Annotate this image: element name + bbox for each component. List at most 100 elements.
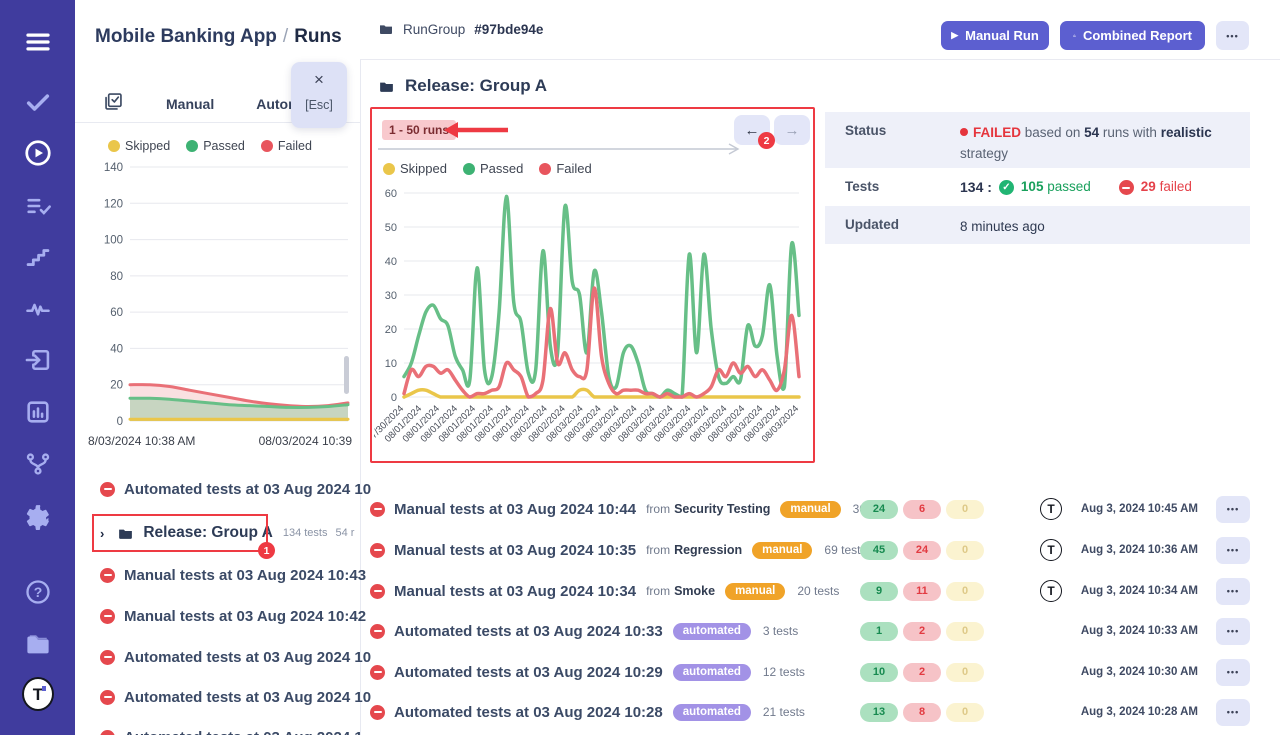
esc-key-label: [Esc]	[291, 98, 347, 112]
breadcrumb-page: Runs	[294, 26, 342, 47]
manual-run-button[interactable]: ▶ Manual Run	[941, 21, 1049, 50]
passed-pill: 13	[860, 703, 898, 722]
passed-pill: 45	[860, 541, 898, 560]
svg-text:120: 120	[104, 198, 123, 210]
run-group-item[interactable]: › Release: Group A 134 tests 54 r	[100, 521, 354, 545]
skipped-pill: 0	[946, 622, 984, 641]
status-row: Status FAILED based on 54 runs with real…	[825, 112, 1250, 168]
automated-badge: automated	[673, 704, 751, 721]
failed-status-icon	[100, 690, 115, 705]
check-icon[interactable]	[22, 86, 54, 118]
passed-check-icon: ✓	[999, 180, 1014, 195]
run-list-item[interactable]: Automated tests at 03 Aug 2024 10	[100, 478, 371, 500]
folder-icon	[378, 21, 394, 37]
run-row[interactable]: Automated tests at 03 Aug 2024 10:29 aut…	[370, 652, 1260, 692]
passed-pill: 24	[860, 500, 898, 519]
svg-text:?: ?	[34, 584, 43, 600]
run-list-item[interactable]: Automated tests at 03 Aug 2024 10	[100, 646, 371, 668]
passed-dot	[186, 140, 198, 152]
timeline-arrow	[376, 142, 748, 156]
svg-text:0: 0	[117, 416, 123, 428]
passed-pill: 1	[860, 622, 898, 641]
manual-badge: manual	[725, 583, 785, 600]
run-row[interactable]: Automated tests at 03 Aug 2024 10:33 aut…	[370, 611, 1260, 651]
svg-text:8/03/2024 10:38 AM: 8/03/2024 10:38 AM	[88, 434, 195, 447]
prev-page-button[interactable]: ←	[734, 115, 770, 145]
result-pills: 13 8 0	[860, 703, 984, 722]
steps-icon[interactable]	[22, 241, 54, 273]
svg-text:80: 80	[110, 271, 123, 283]
list-check-icon[interactable]	[22, 190, 54, 222]
result-pills: 45 24 0	[860, 541, 984, 560]
folder-icon[interactable]	[22, 628, 54, 660]
gear-icon[interactable]	[22, 500, 54, 532]
skipped-dot	[108, 140, 120, 152]
result-pills: 9 11 0	[860, 582, 984, 601]
runs-range-label: 1 - 50 runs	[382, 120, 456, 140]
panel-scrollbar[interactable]	[344, 356, 349, 394]
skipped-dot	[383, 163, 395, 175]
skipped-pill: 0	[946, 541, 984, 560]
run-list-item[interactable]: Manual tests at 03 Aug 2024 10:43	[100, 564, 366, 586]
failed-status-icon	[100, 609, 115, 624]
svg-text:0: 0	[391, 392, 397, 404]
failed-status-icon	[370, 584, 385, 599]
menu-icon[interactable]	[22, 26, 54, 58]
runs-trend-chart: 010203040506007/30/202408/01/202408/01/2…	[374, 187, 811, 459]
failed-pill: 11	[903, 582, 941, 601]
folder-icon	[378, 78, 395, 95]
app-window: ? T Mobile Banking App/Runs Manual Autom…	[0, 0, 1280, 735]
run-list-item[interactable]: Automated tests at 03 Aug 2024 10	[100, 686, 371, 708]
row-more-button[interactable]: •••	[1216, 537, 1250, 564]
failed-status-icon	[370, 543, 385, 558]
failed-dot	[539, 163, 551, 175]
row-more-button[interactable]: •••	[1216, 618, 1250, 645]
failed-status-icon	[100, 482, 115, 497]
pulse-icon[interactable]	[22, 293, 54, 325]
multi-select-icon[interactable]	[103, 91, 124, 117]
row-more-button[interactable]: •••	[1216, 578, 1250, 605]
close-icon[interactable]: ×	[291, 71, 347, 88]
row-more-button[interactable]: •••	[1216, 659, 1250, 686]
passed-dot	[463, 163, 475, 175]
sidebar: ? T	[0, 0, 75, 735]
skipped-pill: 0	[946, 703, 984, 722]
branch-icon[interactable]	[22, 448, 54, 480]
play-circle-icon[interactable]	[22, 137, 54, 169]
run-list-item[interactable]: Automated tests at 03 Aug 2024 1	[100, 726, 363, 735]
header-more-button[interactable]: •••	[1216, 21, 1249, 50]
svg-text:10: 10	[385, 358, 397, 370]
main-header: RunGroup #97bde94e ▶ Manual Run Combined…	[360, 0, 1280, 60]
help-icon[interactable]: ?	[22, 576, 54, 608]
svg-text:140: 140	[104, 162, 123, 174]
breadcrumb-project[interactable]: Mobile Banking App	[95, 26, 277, 47]
status-panel: Status FAILED based on 54 runs with real…	[825, 112, 1250, 244]
runs-panel: Mobile Banking App/Runs Manual Automated…	[75, 0, 361, 735]
combined-report-button[interactable]: Combined Report	[1060, 21, 1205, 50]
app-logo[interactable]: T	[22, 678, 54, 710]
run-row[interactable]: Automated tests at 03 Aug 2024 10:28 aut…	[370, 692, 1260, 732]
mini-trend-chart: 0204060801001201408/03/2024 10:38 AM08/0…	[86, 155, 354, 447]
skipped-pill: 0	[946, 582, 984, 601]
next-page-button[interactable]: →	[774, 115, 810, 145]
row-more-button[interactable]: •••	[1216, 496, 1250, 523]
tab-manual[interactable]: Manual	[166, 96, 214, 112]
failed-dot	[261, 140, 273, 152]
row-more-button[interactable]: •••	[1216, 699, 1250, 726]
chevron-right-icon[interactable]: ›	[100, 526, 104, 541]
run-row[interactable]: Manual tests at 03 Aug 2024 10:44 from S…	[370, 489, 1260, 529]
failed-status-icon	[100, 650, 115, 665]
run-row[interactable]: Manual tests at 03 Aug 2024 10:34 from S…	[370, 571, 1260, 611]
import-icon[interactable]	[22, 344, 54, 376]
run-row[interactable]: Manual tests at 03 Aug 2024 10:35 from R…	[370, 530, 1260, 570]
svg-text:30: 30	[385, 290, 397, 302]
rungroup-id: #97bde94e	[474, 22, 543, 37]
automated-badge: automated	[673, 664, 751, 681]
svg-text:60: 60	[385, 188, 397, 200]
runs-trend-card: 1 - 50 runs ← → Skipped Passed Failed 01…	[372, 109, 813, 461]
reporter-logo: T	[1040, 580, 1062, 602]
report-icon[interactable]	[22, 396, 54, 428]
run-list-item[interactable]: Manual tests at 03 Aug 2024 10:42	[100, 605, 366, 627]
play-icon: ▶	[951, 30, 958, 41]
manual-badge: manual	[780, 501, 840, 518]
